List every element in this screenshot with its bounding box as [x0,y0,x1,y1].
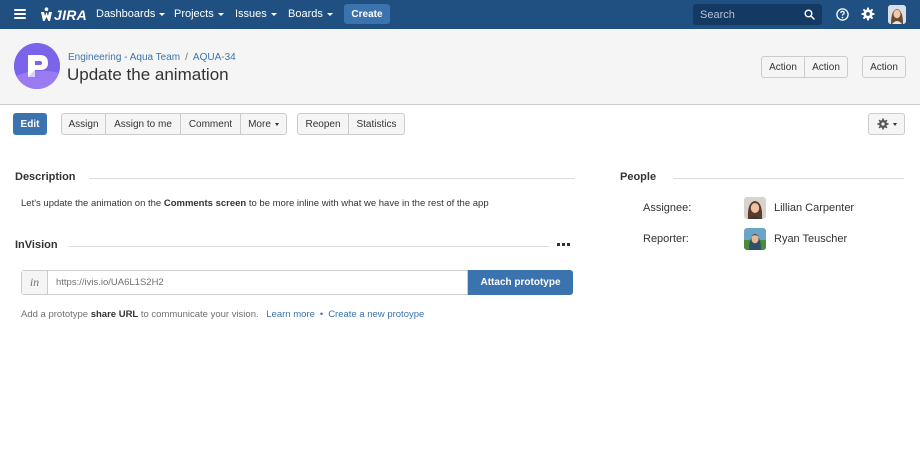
invision-icon: in [22,271,48,294]
assignee-name[interactable]: Lillian Carpenter [774,202,854,214]
reporter-avatar-image [744,228,766,250]
description-heading: Description [15,171,76,183]
nav-issues-label: Issues [235,8,267,20]
nav-projects-label: Projects [174,8,214,20]
description-text-part: to be more inline with what we have in t… [246,198,489,209]
gear-icon [876,118,889,130]
prototype-url-input[interactable] [48,271,466,294]
learn-more-link[interactable]: Learn more [266,309,315,320]
ellipsis-icon[interactable] [557,243,570,248]
search-icon[interactable] [804,9,815,20]
chevron-down-icon [217,12,224,16]
create-button[interactable]: Create [344,4,390,24]
project-avatar[interactable] [14,43,60,89]
nav-projects[interactable]: Projects [174,8,224,20]
reopen-button[interactable]: Reopen [297,113,349,135]
help-icon[interactable] [836,8,849,21]
logo-text: JIRA [54,6,88,23]
gear-icon[interactable] [861,7,875,21]
statistics-button[interactable]: Statistics [349,113,405,135]
create-prototype-link[interactable]: Create a new protoype [328,309,424,320]
project-avatar-image [14,43,60,89]
prototype-help-text: Add a prototype share URL to communicate… [21,309,424,320]
breadcrumb: Engineering - Aqua Team / AQUA-34 [68,52,236,63]
top-navigation-bar: JIRA Dashboards Projects Issues Boards C… [0,0,920,29]
chevron-down-icon [326,12,333,16]
chevron-down-icon [159,12,166,16]
nav-boards-label: Boards [288,8,323,20]
more-button-label: More [248,118,271,130]
action-button-1[interactable]: Action [761,56,805,78]
user-avatar[interactable] [888,5,906,24]
nav-issues[interactable]: Issues [235,8,277,20]
action-button-2[interactable]: Action [805,56,848,78]
nav-dashboards-label: Dashboards [96,8,156,20]
chevron-down-icon [892,122,897,126]
reporter-label: Reporter: [643,233,689,245]
search-input[interactable] [693,4,798,25]
reporter-avatar[interactable] [744,228,766,250]
breadcrumb-issue-key-link[interactable]: AQUA-34 [193,52,236,63]
prototype-url-field: in [21,270,468,295]
breadcrumb-separator: / [185,52,188,63]
description-text-part: Let's update the animation on the [21,198,164,209]
description-text: Let's update the animation on the Commen… [21,198,489,209]
action-button-3[interactable]: Action [862,56,906,78]
more-button[interactable]: More [241,113,287,135]
settings-dropdown-button[interactable] [868,113,905,135]
assignee-label: Assignee: [643,202,692,214]
people-divider [673,178,904,179]
hamburger-menu-icon[interactable] [14,9,26,19]
breadcrumb-project-link[interactable]: Engineering - Aqua Team [68,52,180,63]
invision-divider [69,246,549,247]
issue-header: Engineering - Aqua Team / AQUA-34 Update t… [0,29,920,105]
nav-boards[interactable]: Boards [288,8,333,20]
help-text-bold: share URL [90,309,139,320]
assignee-avatar-image [744,197,766,219]
jira-logo-icon [41,7,52,21]
invision-heading: InVision [15,239,58,251]
attach-prototype-button[interactable]: Attach prototype [468,270,573,295]
assignee-avatar[interactable] [744,197,766,219]
assign-to-me-button[interactable]: Assign to me [106,113,181,135]
search-box [693,4,822,25]
help-text-part: to communicate your vision. [138,309,259,320]
chevron-down-icon [274,122,279,126]
nav-dashboards[interactable]: Dashboards [96,8,166,20]
description-divider [89,178,575,179]
user-avatar-image [888,5,906,24]
description-text-bold: Comments screen [163,198,247,209]
comment-button[interactable]: Comment [181,113,241,135]
assign-button[interactable]: Assign [61,113,106,135]
reporter-name[interactable]: Ryan Teuscher [774,233,847,245]
link-separator: • [319,309,324,320]
issue-summary: Update the animation [67,65,229,84]
jira-logo[interactable]: JIRA [40,6,87,23]
chevron-down-icon [270,12,277,16]
people-heading: People [620,171,657,183]
edit-button[interactable]: Edit [13,113,47,135]
help-text-part: Add a prototype [21,309,91,320]
